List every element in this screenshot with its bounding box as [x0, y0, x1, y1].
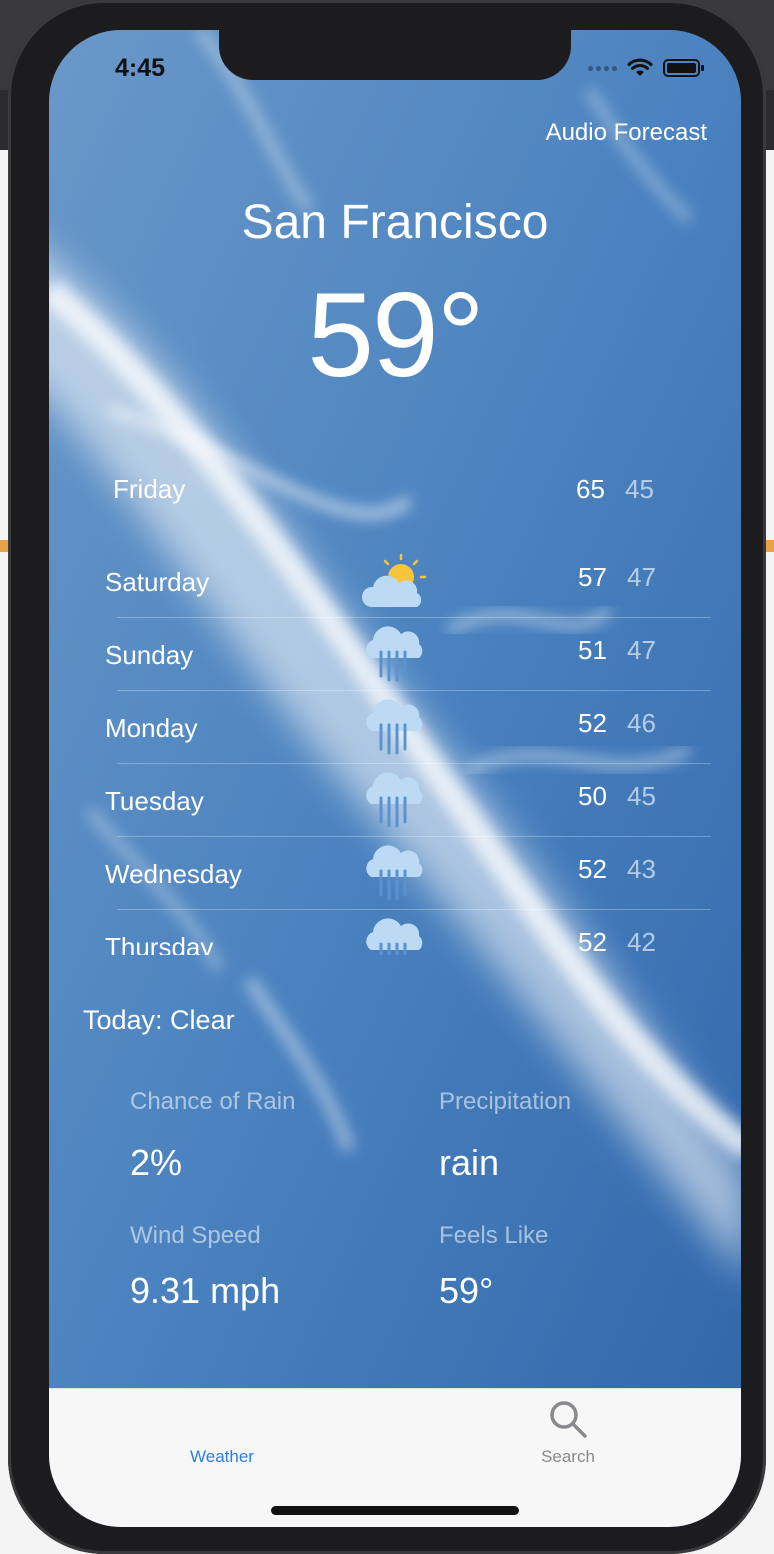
forecast-high: 50 — [578, 781, 607, 811]
tab-weather-label: Weather — [190, 1447, 254, 1466]
precipitation-value: rain — [439, 1142, 500, 1183]
wind-speed-label: Wind Speed — [130, 1222, 261, 1249]
forecast-low: 46 — [627, 708, 656, 738]
today-low: 45 — [625, 474, 654, 504]
rain-cloud-icon — [366, 845, 423, 901]
today-high: 65 — [576, 474, 605, 504]
feels-like-value: 59° — [439, 1270, 494, 1311]
rain-cloud-icon — [366, 699, 423, 755]
status-time: 4:45 — [115, 54, 166, 82]
forecast-high: 57 — [578, 562, 607, 592]
forecast-row: Monday 52 46 — [49, 691, 741, 764]
app-screen: 4:45 Audio Forecast San Francisco 59° Fr… — [49, 30, 741, 1527]
daily-forecast-list[interactable]: Saturday 57 47 Sunday 51 47 Monday 52 46… — [49, 545, 741, 955]
forecast-row: Thursday 52 42 — [49, 910, 741, 955]
rain-cloud-icon — [366, 772, 423, 828]
forecast-row: Saturday 57 47 — [49, 545, 741, 618]
tab-bar: Weather Search — [49, 1388, 741, 1527]
rain-cloud-icon — [366, 626, 423, 682]
feels-like-label: Feels Like — [439, 1222, 549, 1249]
forecast-row: Sunday 51 47 — [49, 618, 741, 691]
rain-cloud-icon — [366, 918, 423, 955]
forecast-low: 42 — [627, 927, 656, 955]
precipitation-label: Precipitation — [439, 1088, 572, 1115]
forecast-low: 45 — [627, 781, 656, 811]
forecast-low: 47 — [627, 635, 656, 665]
today-forecast-row: Friday 65 45 — [113, 474, 659, 508]
forecast-row: Tuesday 50 45 — [49, 764, 741, 837]
partly-cloudy-icon — [361, 553, 427, 607]
status-icons — [588, 58, 705, 78]
cellular-signal-icon — [588, 65, 617, 71]
forecast-high: 52 — [578, 854, 607, 884]
forecast-day: Sunday — [105, 640, 194, 670]
device-notch — [219, 30, 571, 80]
chance-of-rain-value: 2% — [130, 1142, 183, 1183]
wind-speed-value: 9.31 mph — [130, 1270, 281, 1311]
forecast-high: 52 — [578, 708, 607, 738]
wifi-icon — [627, 58, 653, 76]
forecast-high: 51 — [578, 635, 607, 665]
forecast-low: 47 — [627, 562, 656, 592]
forecast-day: Tuesday — [105, 786, 204, 816]
city-name: San Francisco — [241, 196, 549, 249]
forecast-day: Monday — [105, 713, 198, 743]
tab-search[interactable]: Search — [395, 1389, 741, 1479]
home-indicator[interactable] — [271, 1506, 519, 1515]
forecast-day: Thursday — [105, 932, 214, 955]
phone-frame: 4:45 Audio Forecast San Francisco 59° Fr… — [8, 0, 766, 1554]
today-day: Friday — [113, 474, 186, 504]
forecast-day: Wednesday — [105, 859, 242, 889]
forecast-row: Wednesday 52 43 — [49, 837, 741, 910]
current-temperature: 59° — [307, 268, 484, 402]
forecast-day: Saturday — [105, 567, 210, 597]
today-summary: Today: Clear — [83, 1005, 235, 1035]
search-icon — [550, 1401, 587, 1438]
forecast-low: 43 — [627, 854, 656, 884]
tab-search-label: Search — [541, 1447, 595, 1466]
forecast-high: 52 — [578, 927, 607, 955]
tab-weather[interactable]: Weather — [49, 1389, 395, 1479]
chance-of-rain-label: Chance of Rain — [130, 1088, 296, 1115]
battery-icon — [663, 59, 704, 77]
audio-forecast-button[interactable]: Audio Forecast — [546, 119, 707, 147]
